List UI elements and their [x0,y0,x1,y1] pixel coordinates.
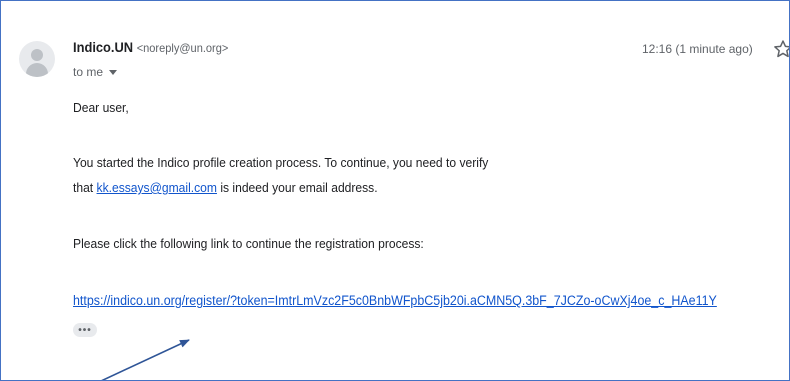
recipient-details-toggle[interactable]: to me [73,65,118,79]
registration-link-line: https://indico.un.org/register/?token=Im… [73,293,717,308]
avatar-body-shape [26,63,48,77]
paragraph1-prefix: that [73,180,97,195]
paragraph1-suffix: is indeed your email address. [216,180,378,195]
message-timestamp: 12:16 (1 minute ago) [642,42,753,56]
sender-name[interactable]: Indico.UN [73,39,133,55]
star-icon[interactable] [773,39,790,59]
registration-link[interactable]: https://indico.un.org/register/?token=Im… [73,293,717,308]
avatar-head-shape [31,49,43,61]
email-message-view: Indico.UN <noreply@un.org> to me 12:16 (… [0,0,790,381]
recipient-label: to me [73,65,104,79]
sender-avatar-icon[interactable] [19,41,55,77]
user-email-link[interactable]: kk.essays@gmail.com [97,180,217,195]
paragraph2: Please click the following link to conti… [73,236,424,251]
paragraph1-line2: that kk.essays@gmail.com is indeed your … [73,180,378,195]
sender-email: <noreply@un.org> [136,41,229,55]
caret-down-icon[interactable] [109,69,118,75]
sender-line: Indico.UN <noreply@un.org> [73,39,228,55]
show-trimmed-content-button[interactable]: ••• [73,323,97,337]
greeting-text: Dear user, [73,100,129,115]
paragraph1-line1: You started the Indico profile creation … [73,155,489,170]
